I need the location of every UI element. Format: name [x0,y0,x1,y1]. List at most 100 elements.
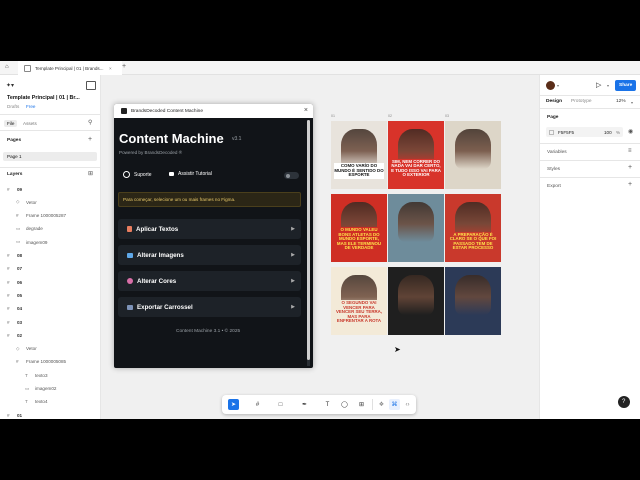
move-tool-icon[interactable]: ➤ [228,399,239,410]
layer-label: texto4 [35,399,48,405]
close-icon[interactable]: × [304,107,308,114]
frame-headline: COMO VARÍO DO MUNDO É SENTIDO DO ESPORTE [334,163,384,179]
export-carousel-button[interactable]: Exportar Carrossel ▶ [118,297,301,317]
add-export-icon[interactable]: + [628,181,632,188]
layer-item[interactable]: #01 [0,409,100,421]
layer-item[interactable]: #04 [0,303,100,315]
zoom-level[interactable]: 12% [616,99,626,104]
pen-tool-icon[interactable]: ✒ [299,399,310,410]
help-button[interactable]: ? [618,396,630,408]
layer-item[interactable]: #06 [0,276,100,288]
export-section[interactable]: Export [547,184,561,189]
carousel-frame[interactable] [388,194,444,262]
page-opacity-value: 100 [604,130,612,135]
tab-design[interactable]: Design [546,99,562,104]
layer-item[interactable]: ▭ degrade [0,223,100,235]
frame-label: 02 [388,114,392,118]
layer-item[interactable]: ▭ imagem02 [0,383,100,395]
chevron-right-icon: ▶ [291,278,295,284]
frame-icon: # [7,412,10,418]
layer-label: 02 [17,332,23,338]
frame-icon: # [16,359,19,365]
code-tool-icon[interactable]: ‹› [402,399,413,410]
layer-item[interactable]: #03 [0,316,100,328]
carousel-frame[interactable]: O SEGUNDO VAI VENCER PARA VENCER SEU TER… [331,267,387,335]
layer-item[interactable]: #08 [0,250,100,262]
tutorial-button[interactable]: Assistir Tutorial [169,171,212,177]
actions-tool-icon[interactable]: ⊞ [356,399,367,410]
chevron-down-icon[interactable]: ▾ [631,100,633,105]
change-images-button[interactable]: Alterar Imagens ▶ [118,245,301,265]
layer-label: 04 [17,306,23,312]
new-tab-icon[interactable]: + [122,63,126,70]
add-style-icon[interactable]: + [628,164,632,171]
apply-texts-button[interactable]: Aplicar Textos ▶ [118,219,301,239]
file-name[interactable]: Template Principal | 01 | Br... [7,95,80,101]
support-button[interactable]: Suporte [123,171,152,178]
layer-item[interactable]: # Frame 1000005085 [0,356,100,368]
frame-icon: # [7,279,10,285]
layer-label: 08 [17,253,23,258]
variables-section[interactable]: Variables [547,150,567,155]
tab-file[interactable]: File [4,120,18,127]
search-icon[interactable]: ⚲ [88,119,92,126]
present-icon[interactable]: ▷ [596,81,601,89]
layer-item[interactable]: #05 [0,289,100,301]
layer-label: Frame 1000005287 [26,213,67,219]
layer-item[interactable]: Ttexto4 [0,396,100,408]
figma-file-icon [24,64,31,72]
page-color-field[interactable]: F5F5F5 100 % [546,127,623,137]
theme-toggle[interactable] [284,172,299,179]
layer-item[interactable]: Ttexto3 [0,369,100,381]
layer-item[interactable]: ◇ Vetor [0,343,100,355]
layer-item[interactable]: ▭ imagem09 [0,236,100,248]
layer-item[interactable]: ◇ Vetor [0,196,100,208]
frame-tool-icon[interactable]: # [252,399,263,410]
share-button[interactable]: Share [615,80,636,91]
scrollbar[interactable] [307,120,310,366]
close-tab-icon[interactable]: × [109,66,112,71]
carousel-frame[interactable] [445,121,501,189]
eye-icon[interactable]: ◉ [628,128,633,135]
avatar[interactable] [546,81,555,90]
shape-tool-icon[interactable]: □ [275,399,286,410]
text-tool-icon[interactable]: T [322,399,333,410]
styles-section[interactable]: Styles [547,167,560,172]
change-colors-button[interactable]: Alterar Cores ▶ [118,271,301,291]
scrollbar-thumb[interactable] [307,120,310,360]
layers-collapse-icon[interactable]: ⊞ [88,170,93,177]
layer-label: 09 [17,186,23,192]
layer-item[interactable]: #07 [0,263,100,275]
browser-tab-active[interactable]: Template Principal | 01 | Brands... × [18,61,122,75]
layer-item[interactable]: # Frame 1000005287 [0,210,100,222]
dev-mode-tool-icon[interactable]: ⌘ [389,399,400,410]
variables-icon[interactable]: ≡ [628,148,632,154]
component-tool-icon[interactable]: ❖ [376,399,387,410]
page-item-active[interactable]: Page 1 [3,152,97,161]
tab-prototype[interactable]: Prototype [571,99,592,104]
frame-label: 01 [331,114,335,118]
carousel-frame[interactable]: A PREPARAÇÃO É CLARO SE O QUE FOI PASSAD… [445,194,501,262]
chevron-down-icon[interactable]: ▾ [557,83,559,88]
add-page-icon[interactable]: + [88,136,92,143]
carousel-frame[interactable]: SIM, NEM CORRER DO NADA VAI DAR CERTO, E… [388,121,444,189]
chevron-right-icon: ▶ [291,304,295,310]
layer-item[interactable]: #02 [0,329,100,341]
sidebar-toggle-icon[interactable] [86,81,96,90]
image-icon [127,252,133,258]
chevron-down-icon[interactable]: ▾ [607,83,609,88]
plugin-logo-icon [121,108,127,114]
carousel-frame[interactable]: COMO VARÍO DO MUNDO É SENTIDO DO ESPORTE [331,121,387,189]
tab-assets[interactable]: Assets [23,121,37,126]
carousel-frame[interactable]: O MUNDO VALEU BONS ATLETAS DO MUNDO ESPO… [331,194,387,262]
plan-badge[interactable]: Free [26,104,35,109]
carousel-frame[interactable] [445,267,501,335]
layer-label: imagem02 [35,386,57,391]
layer-item[interactable]: #09 [0,183,100,195]
plugin-footer: Content Machine 3.1 • © 2025 [176,329,241,334]
carousel-frame[interactable] [388,267,444,335]
figma-menu-icon[interactable]: ✦▾ [6,82,14,89]
comment-tool-icon[interactable]: ◯ [339,399,350,410]
frame-label: 03 [445,114,449,118]
home-icon[interactable]: ⌂ [5,64,9,70]
